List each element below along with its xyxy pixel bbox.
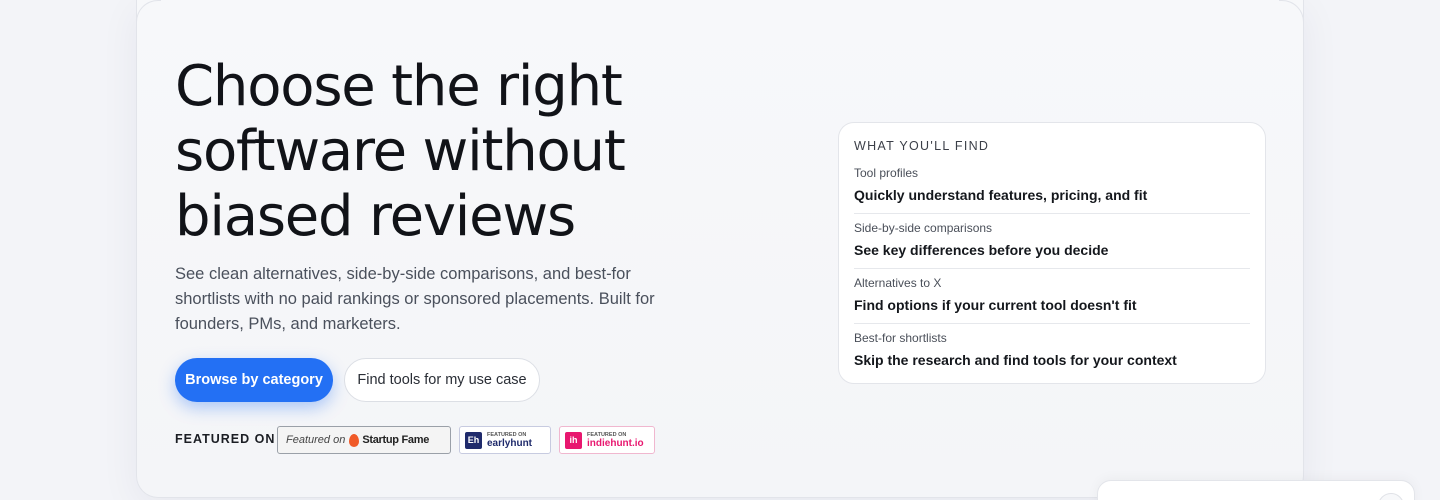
list-item: Alternatives to X Find options if your c… — [854, 269, 1250, 324]
headline-line-3: biased reviews — [175, 184, 576, 249]
flame-icon — [349, 433, 360, 447]
find-item-label: Best-for shortlists — [854, 331, 947, 345]
panel-toggle-icon[interactable] — [1378, 493, 1404, 500]
headline-line-1: Choose the right — [175, 54, 623, 119]
headline-line-2: software without — [175, 119, 626, 184]
badge-prefix: Featured on — [286, 434, 346, 446]
startup-fame-badge[interactable]: Featured on Startup Fame — [277, 426, 451, 454]
badge-name: earlyhunt — [487, 437, 533, 449]
find-item-value: See key differences before you decide — [854, 242, 1109, 258]
list-item: Side-by-side comparisons See key differe… — [854, 214, 1250, 269]
earlyhunt-badge[interactable]: Eh FEATURED ON earlyhunt — [459, 426, 551, 454]
hero-card: Choose the right software without biased… — [136, 0, 1304, 498]
find-item-value: Skip the research and find tools for you… — [854, 352, 1177, 368]
indiehunt-logo-icon: ih — [565, 431, 582, 449]
badge-name: indiehunt.io — [587, 437, 644, 449]
what-youll-find-card: WHAT YOU'LL FIND Tool profiles Quickly u… — [838, 122, 1266, 384]
browse-by-category-button[interactable]: Browse by category — [175, 358, 333, 402]
find-card-title: WHAT YOU'LL FIND — [854, 139, 990, 153]
find-item-label: Tool profiles — [854, 166, 919, 180]
list-item: Best-for shortlists Skip the research an… — [854, 324, 1250, 378]
find-item-value: Quickly understand features, pricing, an… — [854, 187, 1148, 203]
badge-name: Startup Fame — [362, 434, 430, 446]
find-tools-button[interactable]: Find tools for my use case — [344, 358, 540, 402]
list-item: Tool profiles Quickly understand feature… — [854, 161, 1250, 214]
find-item-label: Alternatives to X — [854, 276, 942, 290]
earlyhunt-logo-icon: Eh — [465, 431, 482, 449]
hero-headline: Choose the right software without biased… — [175, 54, 695, 249]
find-item-label: Side-by-side comparisons — [854, 221, 993, 235]
hero-subtext: See clean alternatives, side-by-side com… — [175, 265, 655, 333]
badge-prefix: FEATURED ON — [487, 431, 527, 438]
find-item-value: Find options if your current tool doesn'… — [854, 297, 1137, 313]
featured-on-label: FEATURED ON — [175, 432, 276, 446]
indiehunt-badge[interactable]: ih FEATURED ON indiehunt.io — [559, 426, 655, 454]
floating-panel[interactable] — [1097, 480, 1415, 500]
